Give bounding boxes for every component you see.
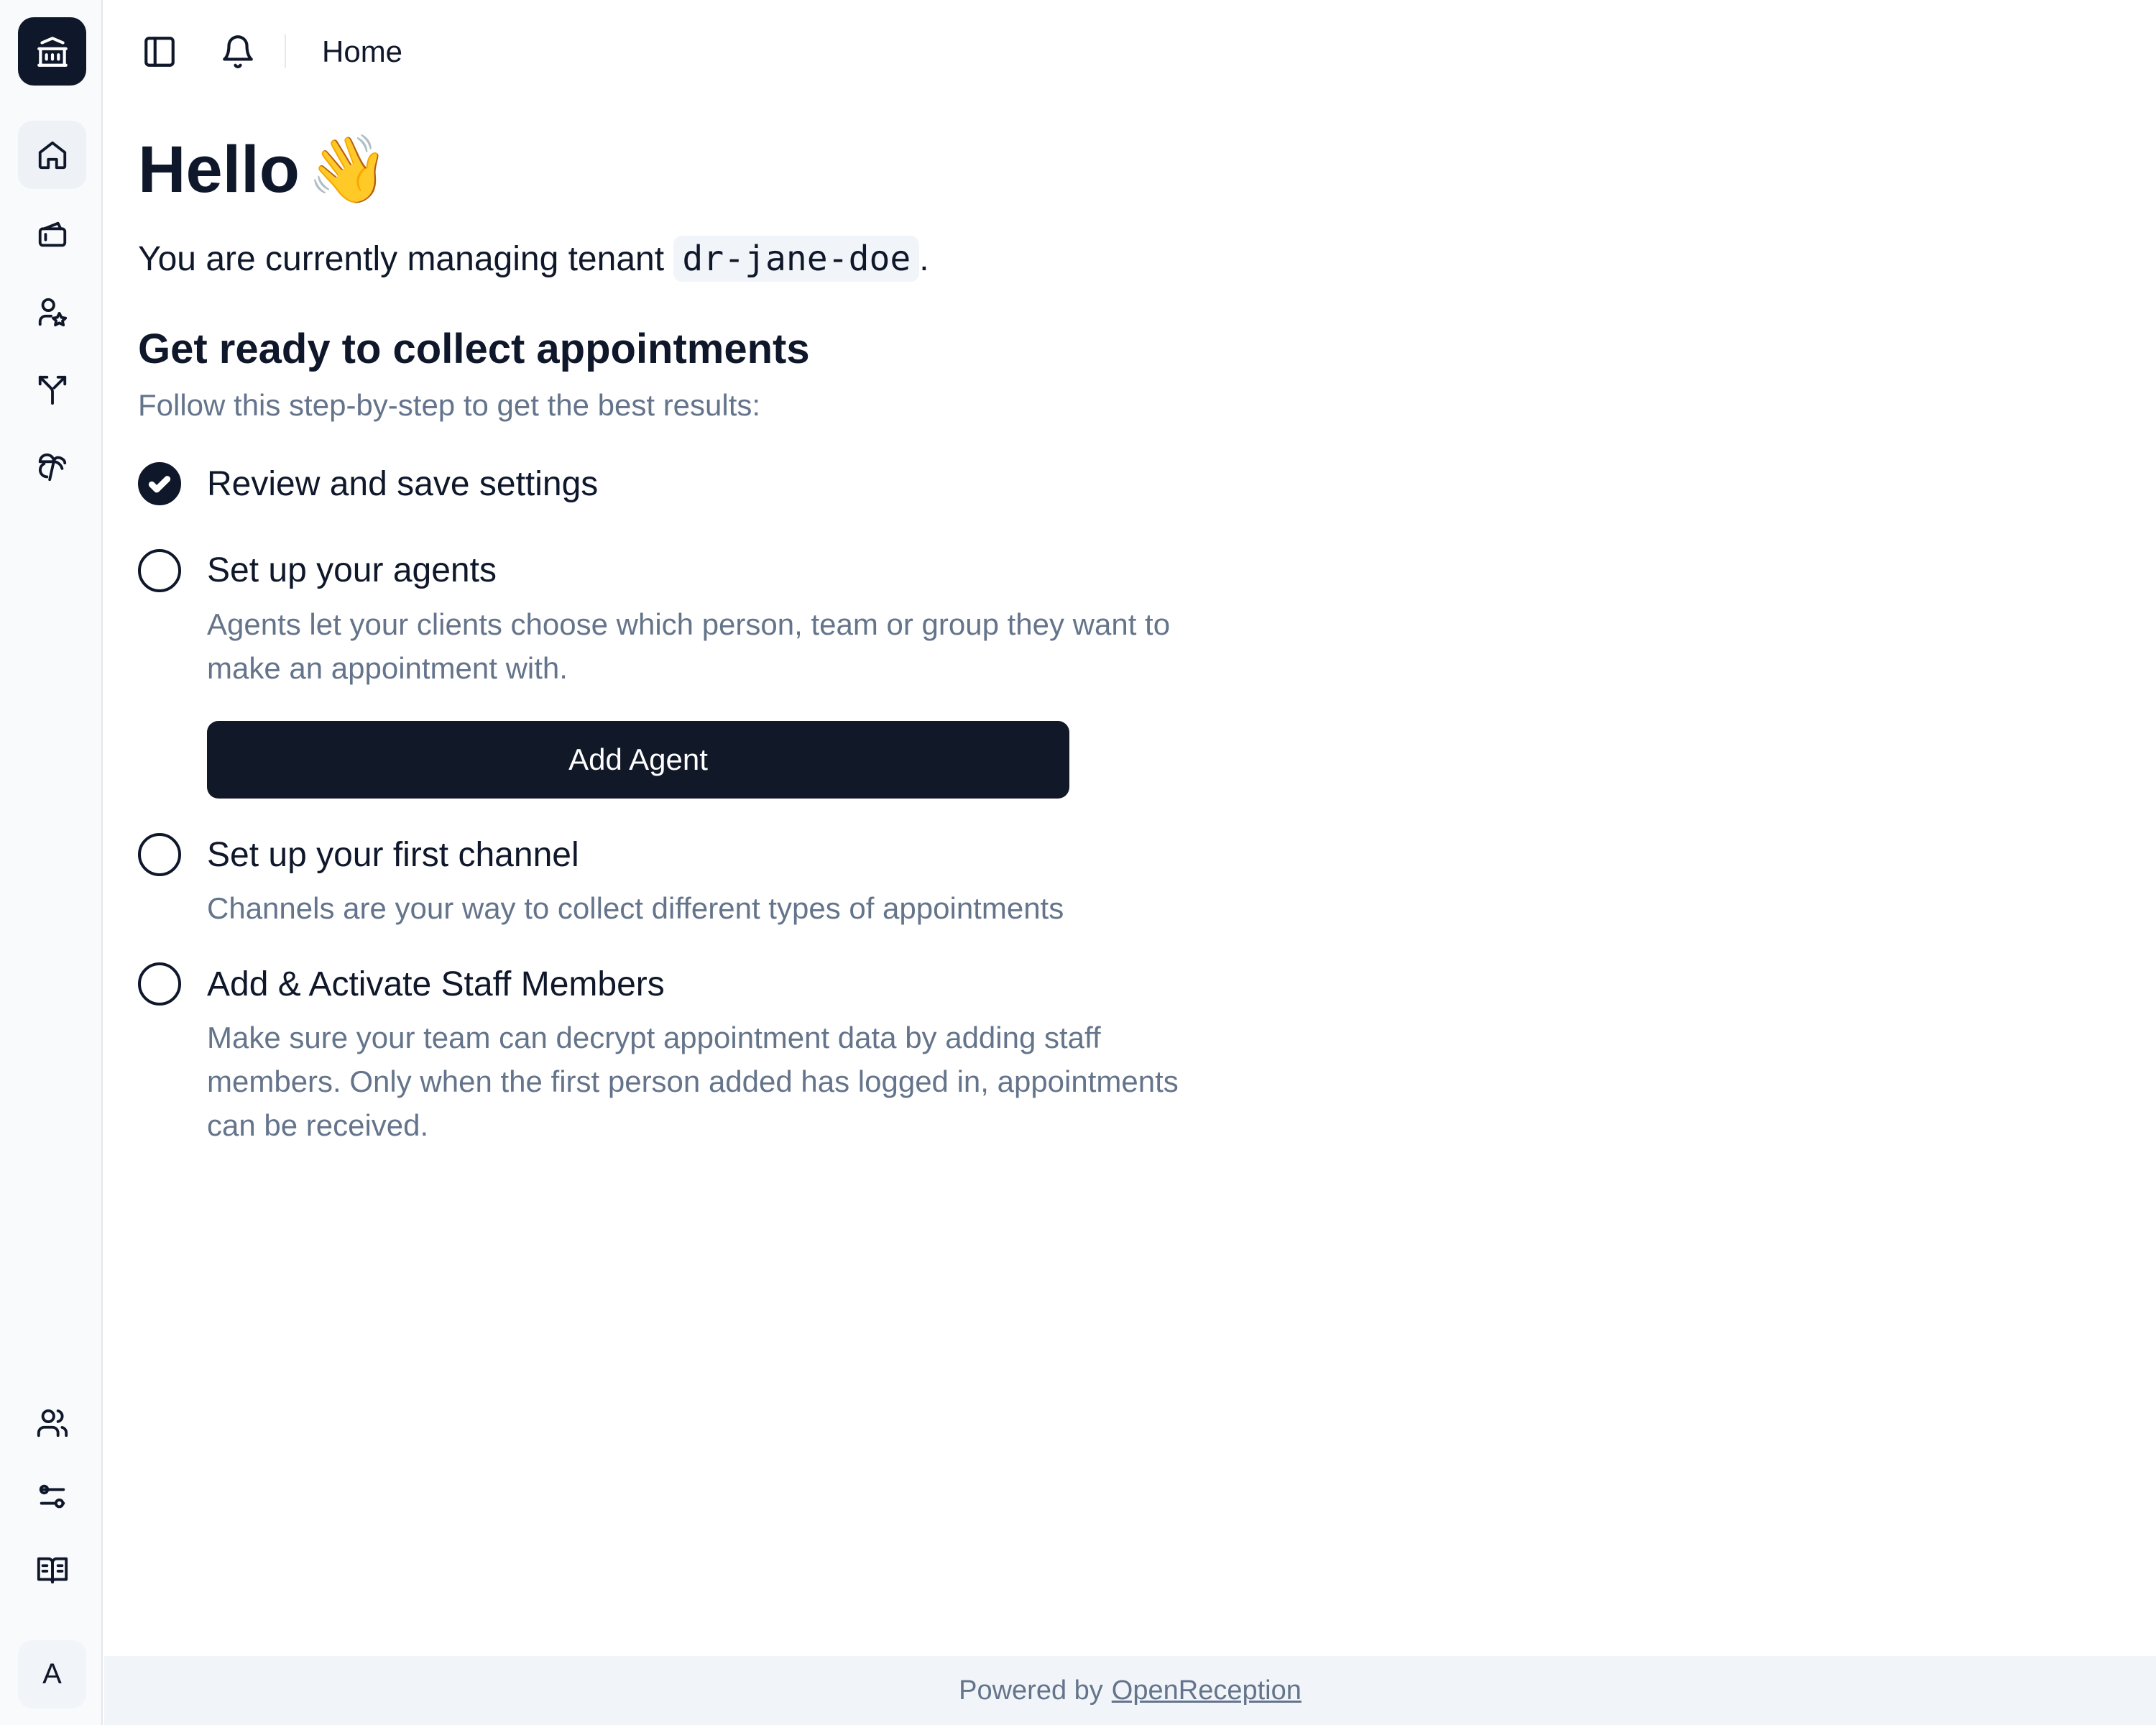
notifications-button[interactable] <box>220 34 256 70</box>
sidebar-item-agents[interactable] <box>18 277 86 346</box>
sidebar-item-settings[interactable] <box>18 1462 86 1530</box>
tenant-prefix: You are currently managing tenant <box>138 240 665 278</box>
step-3-description: Channels are your way to collect differe… <box>207 891 1064 925</box>
split-icon <box>38 375 66 405</box>
step-2-checkbox[interactable] <box>138 549 181 592</box>
sidebar-item-docs[interactable] <box>18 1535 86 1604</box>
step-4-description: Make sure your team can decrypt appointm… <box>207 1021 1179 1142</box>
footer-prefix: Powered by <box>959 1675 1103 1706</box>
sidebar-item-holidays[interactable] <box>18 433 86 501</box>
tenant-suffix: . <box>919 240 929 278</box>
step-4-checkbox[interactable] <box>138 962 181 1006</box>
breadcrumb-home: Home <box>322 34 403 68</box>
wave-emoji: 👋 <box>306 131 390 208</box>
sidebar: A <box>0 0 103 1725</box>
greeting-text: Hello <box>138 133 300 206</box>
step-1-checkbox[interactable] <box>138 462 181 505</box>
sidebar-item-home[interactable] <box>18 121 86 189</box>
sidebar-item-staff[interactable] <box>18 1389 86 1457</box>
avatar[interactable]: A <box>18 1640 86 1708</box>
palm-tree-icon <box>38 453 66 481</box>
home-icon <box>38 141 66 169</box>
users-icon <box>37 1409 68 1437</box>
book-open-icon <box>37 1557 68 1583</box>
step-2-title: Set up your agents <box>207 551 497 589</box>
check-icon <box>148 476 171 493</box>
bank-icon <box>37 36 68 67</box>
sidebar-toggle-icon <box>144 37 175 67</box>
logo-button[interactable] <box>18 17 86 86</box>
step-2-description: Agents let your clients choose which per… <box>207 607 1171 685</box>
step-4-title: Add & Activate Staff Members <box>207 965 665 1003</box>
step-1-title: Review and save settings <box>207 465 599 503</box>
tenant-info: You are currently managing tenant dr-jan… <box>138 236 929 282</box>
step-3-title: Set up your first channel <box>207 836 579 874</box>
tenant-name: dr-jane-doe <box>673 236 920 282</box>
footer: Powered by OpenReception <box>104 1656 2156 1725</box>
openreception-link[interactable]: OpenReception <box>1112 1675 1302 1706</box>
section-subtitle: Follow this step-by-step to get the best… <box>138 388 761 422</box>
section-title: Get ready to collect appointments <box>138 326 810 372</box>
topbar: Home <box>103 0 2156 105</box>
topbar-divider <box>285 34 286 68</box>
avatar-initial: A <box>42 1658 62 1690</box>
page-title: Hello 👋 <box>138 131 390 208</box>
step-3-checkbox[interactable] <box>138 833 181 876</box>
sidebar-item-channels[interactable] <box>18 355 86 423</box>
ticket-icon <box>38 221 66 247</box>
bell-icon <box>223 35 253 68</box>
sliders-icon <box>39 1484 65 1508</box>
user-star-icon <box>38 298 67 326</box>
add-agent-button[interactable]: Add Agent <box>207 721 1069 799</box>
sidebar-toggle-button[interactable] <box>142 34 178 70</box>
sidebar-item-tickets[interactable] <box>18 200 86 268</box>
